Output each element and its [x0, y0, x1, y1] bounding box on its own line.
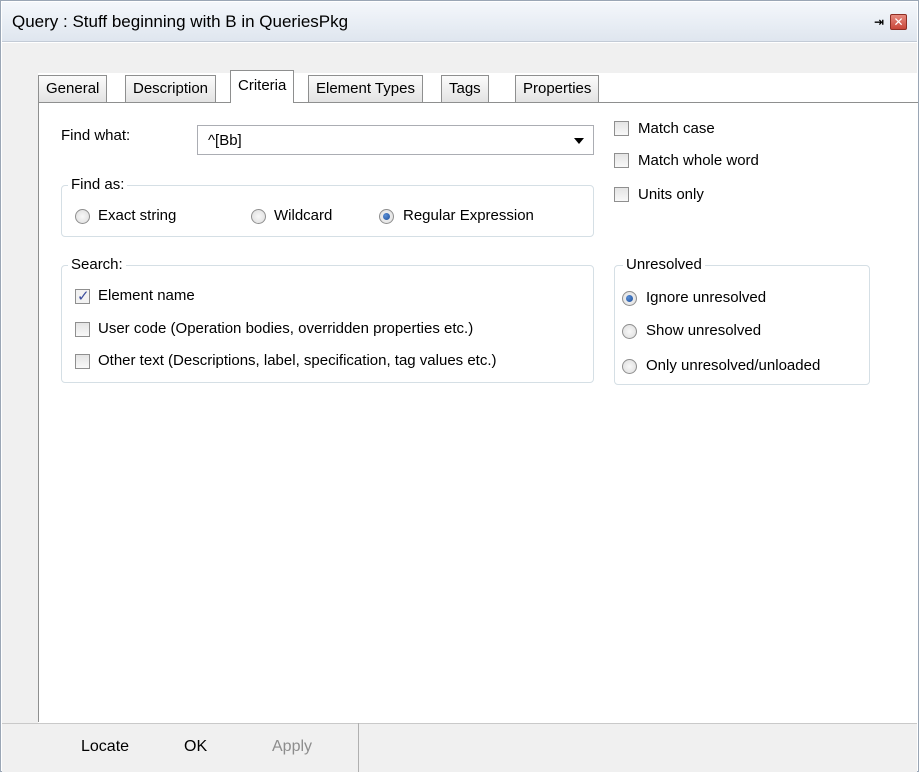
ignore-unresolved-label: Ignore unresolved — [646, 289, 767, 306]
exact-string-radio[interactable] — [75, 209, 90, 224]
chevron-down-icon[interactable] — [574, 138, 584, 144]
match-whole-word-label: Match whole word — [638, 152, 759, 169]
find-what-value: ^[Bb] — [208, 132, 242, 149]
element-name-checkbox[interactable]: ✓ — [75, 288, 90, 305]
query-dialog: Query : Stuff beginning with B in Querie… — [0, 0, 919, 772]
unresolved-legend: Unresolved — [623, 256, 705, 273]
window-title: Query : Stuff beginning with B in Querie… — [12, 12, 349, 31]
find-what-label: Find what: — [61, 127, 131, 144]
bottom-toolbar — [2, 723, 917, 772]
regular-expression-label: Regular Expression — [403, 207, 534, 224]
user-code-label: User code (Operation bodies, overridden … — [98, 320, 474, 337]
match-case-label: Match case — [638, 120, 715, 137]
show-unresolved-radio[interactable] — [622, 324, 637, 339]
apply-button[interactable]: Apply — [272, 738, 312, 756]
checkmark-icon: ✓ — [77, 288, 90, 305]
search-legend: Search: — [68, 256, 126, 273]
element-name-label: Element name — [98, 287, 195, 304]
show-unresolved-label: Show unresolved — [646, 322, 762, 339]
find-as-legend: Find as: — [68, 176, 128, 193]
match-case-checkbox[interactable] — [614, 121, 629, 136]
radio-selected-dot — [383, 213, 390, 220]
find-what-combo[interactable]: ^[Bb] — [197, 125, 594, 155]
user-code-checkbox[interactable] — [75, 322, 90, 337]
tab-tags[interactable]: Tags — [441, 75, 489, 102]
exact-string-label: Exact string — [98, 207, 177, 224]
regular-expression-radio[interactable] — [379, 209, 394, 224]
match-whole-word-checkbox[interactable] — [614, 153, 629, 168]
pin-icon[interactable]: ⇥ — [871, 15, 887, 29]
only-unresolved-radio[interactable] — [622, 359, 637, 374]
title-bar: Query : Stuff beginning with B in Querie… — [2, 2, 917, 42]
tab-general[interactable]: General — [38, 75, 108, 102]
locate-button[interactable]: Locate — [81, 738, 129, 756]
wildcard-radio[interactable] — [251, 209, 266, 224]
only-unresolved-label: Only unresolved/unloaded — [646, 357, 821, 374]
tab-strip-background — [2, 43, 917, 73]
left-margin — [2, 43, 38, 723]
radio-selected-dot — [626, 295, 633, 302]
wildcard-label: Wildcard — [274, 207, 333, 224]
other-text-label: Other text (Descriptions, label, specifi… — [98, 352, 497, 369]
ignore-unresolved-radio[interactable] — [622, 291, 637, 306]
toolbar-divider — [358, 723, 359, 772]
tab-criteria[interactable]: Criteria — [230, 70, 295, 103]
other-text-checkbox[interactable] — [75, 354, 90, 369]
units-only-label: Units only — [638, 186, 704, 203]
close-icon[interactable]: ✕ — [890, 14, 907, 30]
tab-description[interactable]: Description — [125, 75, 217, 102]
tab-properties[interactable]: Properties — [515, 75, 600, 102]
units-only-checkbox[interactable] — [614, 187, 629, 202]
ok-button[interactable]: OK — [184, 738, 207, 756]
tab-element-types[interactable]: Element Types — [308, 75, 423, 102]
